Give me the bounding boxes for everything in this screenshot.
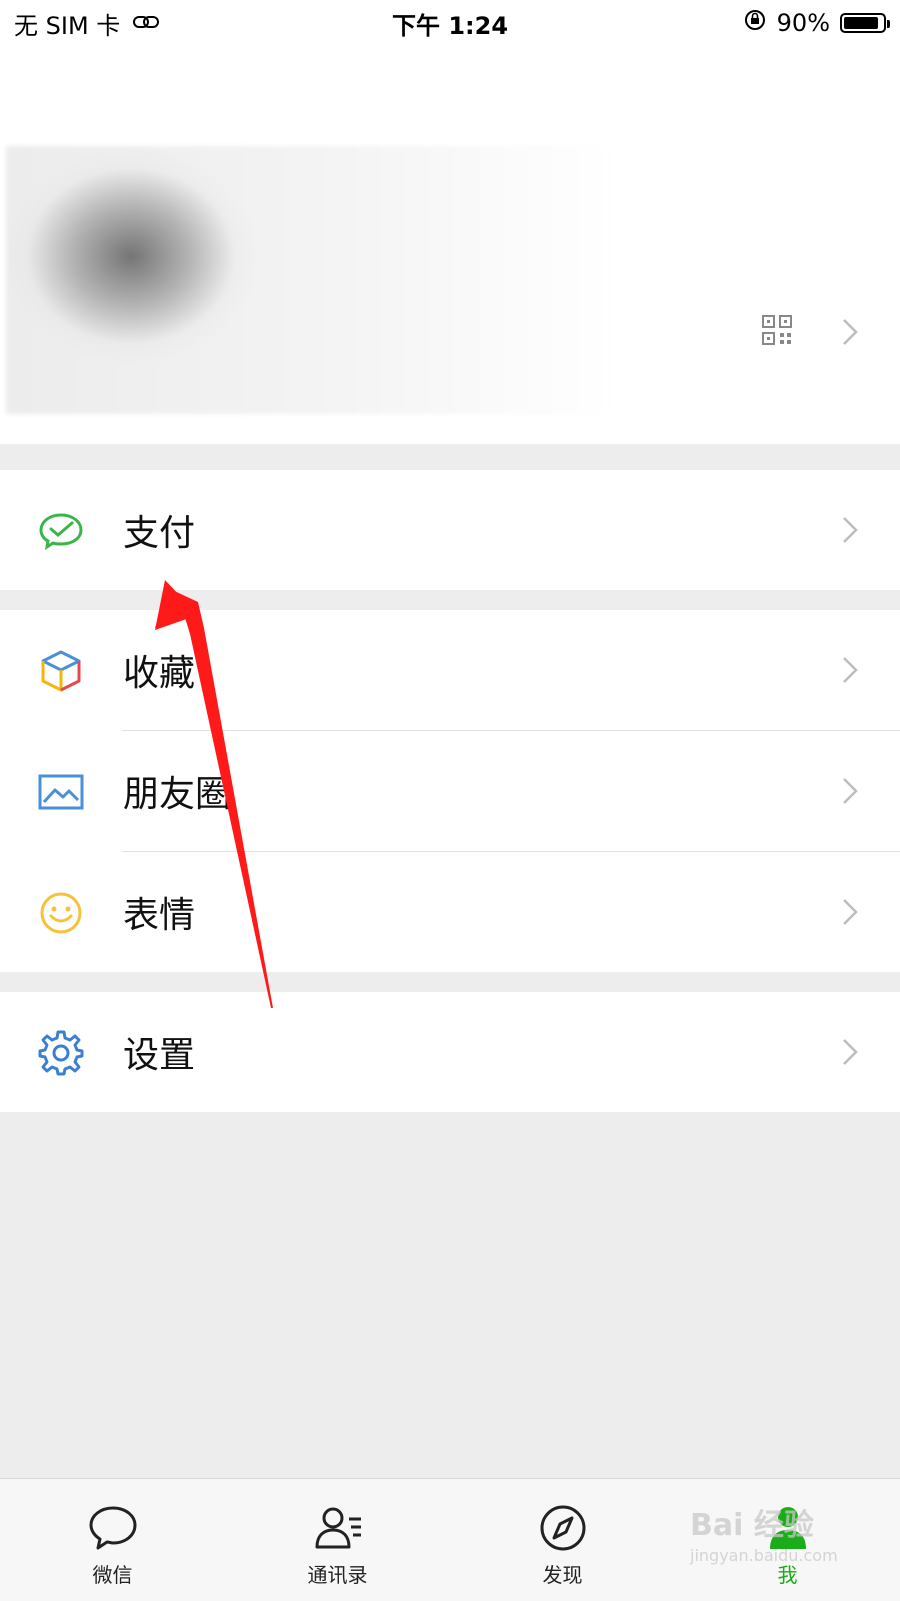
- chevron-right-icon: [842, 777, 858, 805]
- content-section: 收藏 朋友圈 表情: [0, 610, 900, 972]
- pay-section: 支付: [0, 470, 900, 590]
- menu-item-moments[interactable]: 朋友圈: [0, 731, 900, 851]
- tab-label: 发现: [542, 1563, 583, 1587]
- wechat-pay-icon: [38, 508, 84, 554]
- menu-label: 支付: [123, 513, 196, 554]
- tab-chats[interactable]: 微信: [0, 1479, 225, 1601]
- status-right: 90%: [743, 8, 890, 38]
- status-bar: 无 SIM 卡 下午 1:24 90%: [0, 0, 900, 46]
- status-left: 无 SIM 卡: [14, 6, 162, 41]
- photo-icon: [38, 769, 84, 815]
- settings-section: 设置: [0, 992, 900, 1112]
- compass-icon: [536, 1503, 590, 1553]
- battery-icon: [840, 13, 890, 33]
- rotation-lock-icon: [743, 8, 767, 38]
- profile-card[interactable]: [0, 46, 900, 444]
- cube-icon: [38, 648, 84, 694]
- tab-label: 微信: [92, 1563, 133, 1587]
- link-icon: [132, 9, 162, 37]
- menu-item-pay[interactable]: 支付: [0, 470, 900, 590]
- tab-label: 通讯录: [307, 1563, 368, 1587]
- menu-item-stickers[interactable]: 表情: [0, 852, 900, 972]
- chevron-right-icon: [842, 898, 858, 926]
- blurred-avatar[interactable]: [6, 146, 614, 414]
- chevron-right-icon: [842, 318, 858, 346]
- person-icon: [761, 1503, 815, 1553]
- menu-label: 设置: [123, 1035, 196, 1076]
- chevron-right-icon: [842, 1038, 858, 1066]
- chat-bubble-icon: [86, 1503, 140, 1553]
- menu-item-favorites[interactable]: 收藏: [0, 610, 900, 730]
- contacts-icon: [311, 1503, 365, 1553]
- battery-fill: [844, 17, 879, 29]
- menu-label: 表情: [123, 895, 196, 936]
- tab-contacts[interactable]: 通讯录: [225, 1479, 450, 1601]
- chevron-right-icon: [842, 516, 858, 544]
- menu-label: 收藏: [123, 653, 196, 694]
- carrier-text: 无 SIM 卡: [14, 11, 121, 40]
- chevron-right-icon: [842, 656, 858, 684]
- menu-label: 朋友圈: [123, 774, 232, 815]
- tab-label: 我: [777, 1563, 798, 1587]
- qr-code-icon[interactable]: [761, 314, 793, 346]
- tab-discover[interactable]: 发现: [450, 1479, 675, 1601]
- menu-item-settings[interactable]: 设置: [0, 992, 900, 1112]
- smiley-icon: [38, 890, 84, 936]
- tab-bar: 微信 通讯录 发现 我: [0, 1478, 900, 1601]
- gear-icon: [38, 1030, 84, 1076]
- battery-percent: 90%: [776, 9, 830, 37]
- tab-me[interactable]: 我: [675, 1479, 900, 1601]
